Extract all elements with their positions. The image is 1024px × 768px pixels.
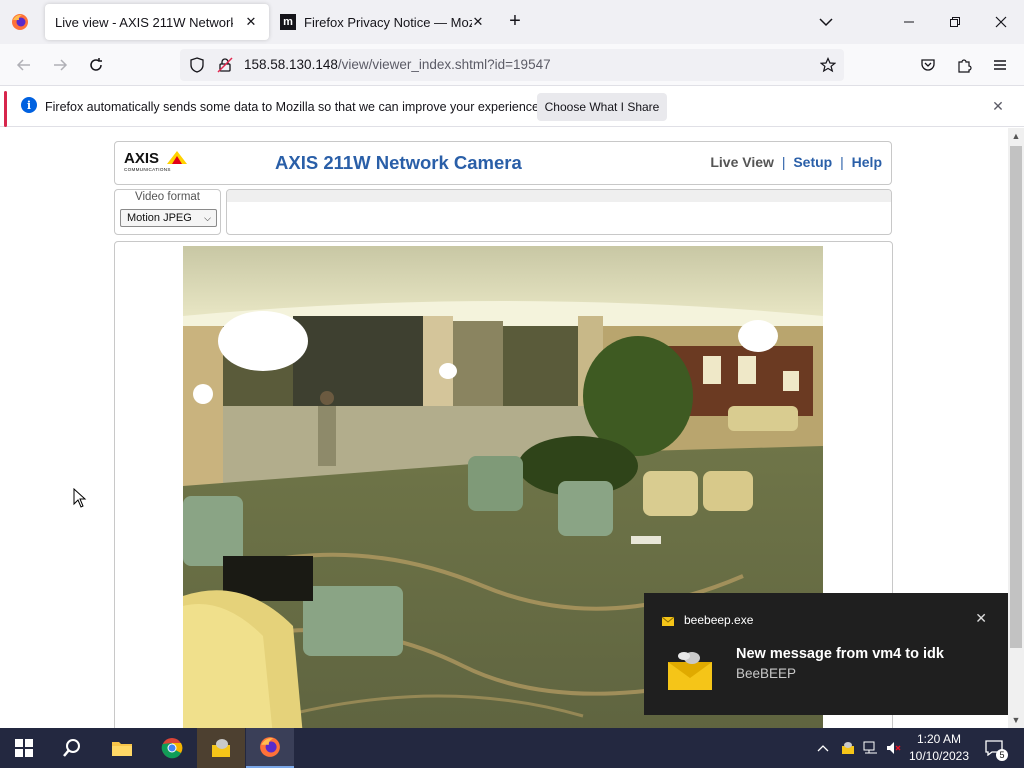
pocket-icon	[921, 59, 935, 71]
page-scrollbar[interactable]: ▲ ▼	[1008, 128, 1024, 728]
data-collection-notification-bar: i Firefox automatically sends some data …	[0, 87, 1024, 127]
reload-icon	[90, 58, 102, 71]
close-tab-icon[interactable]: ✕	[470, 14, 486, 30]
address-bar[interactable]: 158.58.130.148/view/viewer_index.shtml?i…	[180, 49, 844, 81]
taskbar-beebeep[interactable]	[197, 728, 245, 768]
chrome-icon	[161, 738, 183, 759]
camera-title: AXIS 211W Network Camera	[275, 152, 522, 173]
show-hidden-icons-chevron-icon[interactable]	[815, 740, 831, 756]
tray-beebeep-icon[interactable]	[840, 740, 856, 756]
tab-title: Firefox Privacy Notice — Mozilla	[304, 14, 472, 30]
beebeep-icon	[212, 739, 230, 757]
mozilla-m-icon: m	[280, 14, 296, 30]
scroll-up-arrow-icon[interactable]: ▲	[1008, 128, 1024, 144]
chevron-down-icon: ⌵	[204, 213, 211, 223]
close-tab-icon[interactable]: ✕	[243, 14, 259, 30]
windows-logo-icon	[15, 739, 33, 757]
close-notification-icon[interactable]: ✕	[990, 98, 1006, 114]
tab-live-view[interactable]: Live view - AXIS 211W Network Camera ✕	[45, 4, 269, 40]
hamburger-menu-icon	[994, 60, 1006, 70]
toolbar-panel	[226, 189, 892, 235]
toolbar-strip	[227, 190, 891, 202]
system-clock[interactable]: 1:20 AM 10/10/2023	[904, 731, 974, 765]
beebeep-toast-notification[interactable]: beebeep.exe ✕ New message from vm4 to id…	[644, 593, 1008, 715]
tab-title: Live view - AXIS 211W Network Camera	[55, 14, 233, 30]
envelope-bee-icon	[668, 652, 712, 690]
restore-button[interactable]	[932, 0, 978, 44]
nav-separator: |	[781, 154, 786, 170]
puzzle-piece-icon	[958, 59, 972, 73]
camera-nav: Live View | Setup | Help	[710, 154, 882, 170]
bookmark-star-icon[interactable]	[820, 57, 836, 73]
navigation-toolbar: 158.58.130.148/view/viewer_index.shtml?i…	[0, 44, 1024, 86]
app-menu-button[interactable]	[990, 55, 1010, 75]
list-all-tabs-chevron-icon[interactable]	[816, 12, 836, 32]
reload-button[interactable]	[86, 55, 106, 75]
close-icon	[995, 16, 1007, 28]
notification-message: Firefox automatically sends some data to…	[45, 100, 543, 114]
scroll-down-arrow-icon[interactable]: ▼	[1008, 712, 1024, 728]
url-text: 158.58.130.148/view/viewer_index.shtml?i…	[244, 57, 551, 72]
insecure-lock-icon[interactable]	[217, 57, 233, 73]
tracking-protection-shield-icon[interactable]	[189, 57, 205, 73]
nav-separator: |	[840, 154, 844, 170]
video-format-selected: Motion JPEG	[127, 212, 192, 224]
taskbar-firefox[interactable]	[246, 728, 294, 768]
volume-muted-icon[interactable]	[886, 740, 902, 756]
forward-button[interactable]	[50, 55, 70, 75]
firefox-view-icon[interactable]	[10, 12, 30, 32]
mouse-pointer-icon	[73, 488, 87, 508]
setup-link[interactable]: Setup	[793, 154, 832, 170]
windows-taskbar: 1:20 AM 10/10/2023 5	[0, 728, 1024, 768]
new-tab-plus-icon[interactable]: +	[505, 11, 525, 32]
notification-accent	[4, 91, 7, 127]
network-icon[interactable]	[863, 740, 879, 756]
close-toast-icon[interactable]: ✕	[975, 610, 987, 627]
notification-count-badge: 5	[996, 749, 1008, 761]
toast-app-name: beebeep.exe	[684, 613, 754, 627]
back-button[interactable]	[14, 55, 34, 75]
start-button[interactable]	[0, 728, 48, 768]
info-icon: i	[21, 97, 37, 113]
beebeep-app-icon	[661, 616, 675, 626]
axis-logo-subtext: COMMUNICATIONS	[124, 167, 171, 172]
url-path: /view/viewer_index.shtml?id=19547	[337, 57, 551, 72]
video-format-select[interactable]: Motion JPEG ⌵	[120, 209, 217, 227]
extensions-button[interactable]	[954, 55, 974, 75]
help-link[interactable]: Help	[852, 154, 882, 170]
axis-logo[interactable]: AXIS COMMUNICATIONS	[123, 148, 187, 174]
url-host: 158.58.130.148	[244, 57, 338, 72]
search-button[interactable]	[48, 728, 96, 768]
pocket-button[interactable]	[918, 55, 938, 75]
toast-body: BeeBEEP	[736, 666, 797, 681]
minimize-button[interactable]	[886, 0, 932, 44]
clock-date: 10/10/2023	[908, 749, 970, 763]
restore-icon	[950, 17, 960, 27]
tab-privacy-notice[interactable]: m Firefox Privacy Notice — Mozilla ✕	[274, 4, 492, 40]
clock-time: 1:20 AM	[916, 732, 962, 746]
folder-icon	[112, 742, 132, 756]
camera-header: AXIS COMMUNICATIONS AXIS 211W Network Ca…	[114, 141, 892, 185]
forward-arrow-icon	[54, 59, 68, 71]
choose-what-i-share-button[interactable]: Choose What I Share	[537, 93, 667, 121]
firefox-icon	[260, 737, 280, 757]
toast-title: New message from vm4 to idk	[736, 646, 944, 662]
taskbar-file-explorer[interactable]	[98, 728, 146, 768]
close-window-button[interactable]	[978, 0, 1024, 44]
back-arrow-icon	[16, 59, 30, 71]
tab-strip: Live view - AXIS 211W Network Camera ✕ m…	[0, 0, 1024, 44]
scrollbar-thumb[interactable]	[1010, 146, 1022, 648]
search-icon	[63, 739, 80, 757]
video-format-panel: Video format Motion JPEG ⌵	[114, 189, 221, 235]
action-center-button[interactable]: 5	[984, 739, 1008, 761]
video-format-label: Video format	[135, 191, 200, 203]
taskbar-chrome[interactable]	[148, 728, 196, 768]
live-view-link[interactable]: Live View	[710, 154, 774, 170]
minimize-icon	[904, 21, 914, 23]
axis-logo-text: AXIS	[124, 150, 159, 167]
